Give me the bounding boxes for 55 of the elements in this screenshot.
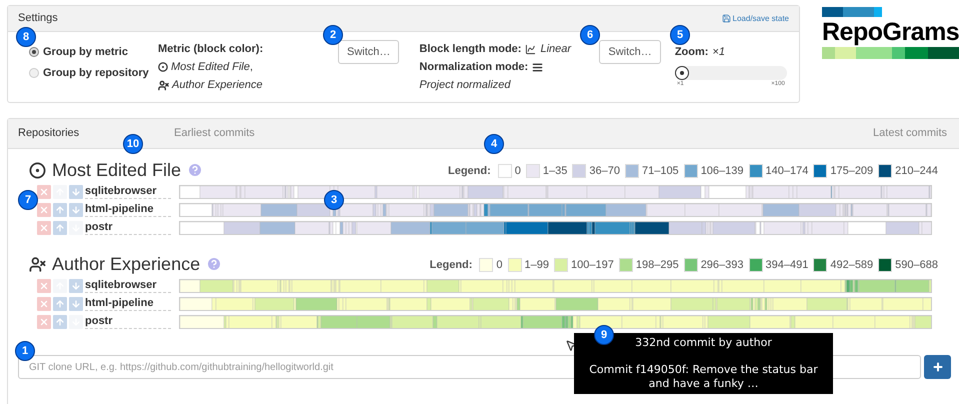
legend-range: 1–35 xyxy=(542,164,568,178)
step-badge: 7 xyxy=(18,190,38,210)
normalization-label: Normalization mode: xyxy=(419,60,528,75)
repository-name: postr xyxy=(85,220,171,235)
zoom-label: Zoom: xyxy=(674,45,708,60)
panel-title: Settings xyxy=(18,11,58,26)
legend-range: 198–295 xyxy=(636,258,679,272)
legend-label: Legend: xyxy=(448,164,491,178)
switch-button[interactable]: Switch… xyxy=(338,40,400,64)
step-badge: 10 xyxy=(123,134,143,154)
step-badge: 8 xyxy=(16,27,36,47)
repository-name: html-pipeline xyxy=(85,296,171,311)
load-save-link[interactable]: Load/save state xyxy=(722,12,789,24)
separator-text: , xyxy=(250,60,253,75)
repository-name: sqlitebrowser xyxy=(85,278,171,293)
metric-value: Most Edited File xyxy=(171,60,250,75)
metric-value: Author Experience xyxy=(172,78,262,93)
legend-range: 106–139 xyxy=(700,164,744,178)
radio-label: Group by metric xyxy=(43,45,128,60)
legend-range: 590–688 xyxy=(895,258,938,272)
legend-range: 71–105 xyxy=(642,164,679,178)
repository-name: html-pipeline xyxy=(85,202,171,217)
legend-range: 36–70 xyxy=(589,164,620,178)
legend-range: 1–99 xyxy=(524,258,550,272)
legend-range: 0 xyxy=(496,258,503,272)
legend-range: 394–491 xyxy=(766,258,808,272)
panel-title: Repositories xyxy=(18,126,80,142)
legend-range: 140–174 xyxy=(766,164,808,178)
block-length-label: Block length mode: xyxy=(419,42,522,57)
radio-label: Group by repository xyxy=(43,66,149,80)
legend-range: 492–589 xyxy=(830,258,874,272)
legend-range: 175–209 xyxy=(830,164,874,178)
step-badge: 6 xyxy=(580,25,600,45)
normalization-value: Project normalized xyxy=(419,78,510,93)
legend-range: 296–393 xyxy=(700,258,744,272)
step-badge: 4 xyxy=(484,134,504,154)
metric-label: Metric (block color): xyxy=(158,42,264,57)
logo-text: RepoGrams xyxy=(822,17,959,47)
metric-title: Author Experience xyxy=(52,255,200,273)
zoom-value: ×1 xyxy=(712,45,725,60)
step-badge: 1 xyxy=(15,341,35,361)
repository-name: postr xyxy=(85,314,171,329)
tooltip-text: 332nd commit by author xyxy=(634,336,773,350)
legend-range: 210–244 xyxy=(895,164,938,178)
timeline-start-label: Earliest commits xyxy=(174,126,255,142)
metric-title: Most Edited File xyxy=(52,161,182,179)
repository-name: sqlitebrowser xyxy=(85,184,171,199)
legend-range: 100–197 xyxy=(571,258,614,272)
legend-range: 0 xyxy=(514,164,521,178)
step-badge: 5 xyxy=(670,25,690,45)
step-badge: 2 xyxy=(323,25,343,45)
switch-button[interactable]: Switch… xyxy=(599,40,661,64)
timeline-end-label: Latest commits xyxy=(873,126,947,142)
legend-label: Legend: xyxy=(430,258,472,272)
block-length-value: Linear xyxy=(540,42,572,57)
